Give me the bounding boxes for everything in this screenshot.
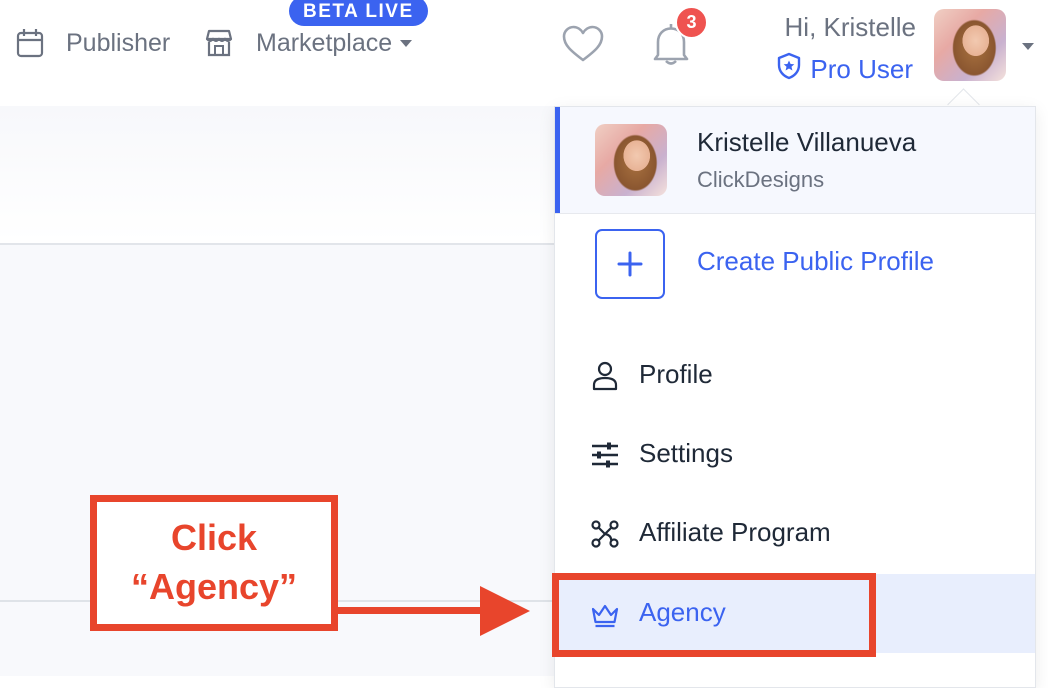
nav-marketplace-label: Marketplace bbox=[256, 28, 393, 57]
plan-label: Pro User bbox=[810, 54, 913, 84]
menu-item-label: Affiliate Program bbox=[639, 517, 831, 547]
user-full-name: Kristelle Villanueva bbox=[697, 127, 917, 157]
create-public-profile-button[interactable]: Create Public Profile bbox=[555, 214, 1035, 318]
nav-marketplace[interactable]: Marketplace bbox=[204, 20, 413, 66]
chevron-down-icon[interactable] bbox=[1022, 43, 1034, 50]
plus-icon bbox=[595, 229, 665, 299]
favorites-button[interactable] bbox=[561, 24, 605, 69]
user-avatar-button[interactable] bbox=[934, 9, 1006, 81]
nav-publisher[interactable]: Publisher bbox=[16, 20, 170, 66]
avatar-image bbox=[595, 124, 667, 196]
user-greeting: Hi, Kristelle bbox=[784, 12, 916, 42]
menu-item-settings[interactable]: Settings bbox=[555, 415, 1035, 494]
storefront-icon bbox=[204, 28, 234, 58]
avatar bbox=[595, 124, 667, 196]
shield-star-icon bbox=[776, 52, 802, 87]
active-indicator bbox=[555, 107, 560, 213]
chevron-down-icon bbox=[400, 39, 413, 47]
beta-live-badge: BETA LIVE bbox=[289, 0, 428, 26]
plan-badge: Pro User bbox=[776, 52, 913, 87]
notification-count-badge: 3 bbox=[675, 6, 708, 39]
affiliate-network-icon bbox=[589, 518, 621, 550]
nav-publisher-label: Publisher bbox=[66, 28, 171, 57]
heart-icon bbox=[561, 25, 605, 68]
calendar-icon bbox=[16, 28, 44, 58]
page-header-area bbox=[0, 106, 556, 242]
menu-item-profile[interactable]: Profile bbox=[555, 336, 1035, 415]
person-icon bbox=[589, 360, 621, 392]
callout-line-1: Click bbox=[170, 517, 258, 559]
menu-item-label: Profile bbox=[639, 359, 713, 389]
dropdown-user-card[interactable]: Kristelle Villanueva ClickDesigns bbox=[555, 107, 1035, 214]
agency-highlight-box bbox=[552, 573, 876, 657]
avatar bbox=[934, 9, 1006, 81]
arrow-right-icon bbox=[480, 586, 530, 636]
instruction-callout: Click “Agency” bbox=[90, 495, 338, 631]
user-company: ClickDesigns bbox=[697, 167, 825, 192]
sliders-icon bbox=[589, 439, 621, 471]
bell-icon bbox=[650, 24, 692, 70]
menu-item-affiliate-program[interactable]: Affiliate Program bbox=[555, 494, 1035, 573]
create-public-profile-label: Create Public Profile bbox=[697, 246, 934, 276]
top-navigation-bar: Publisher Marketplace BETA LIVE 3 Hi, Kr… bbox=[0, 0, 1048, 106]
menu-item-label: Settings bbox=[639, 438, 733, 468]
annotation-arrow-shaft bbox=[338, 607, 488, 614]
callout-line-2: “Agency” bbox=[130, 566, 298, 607]
